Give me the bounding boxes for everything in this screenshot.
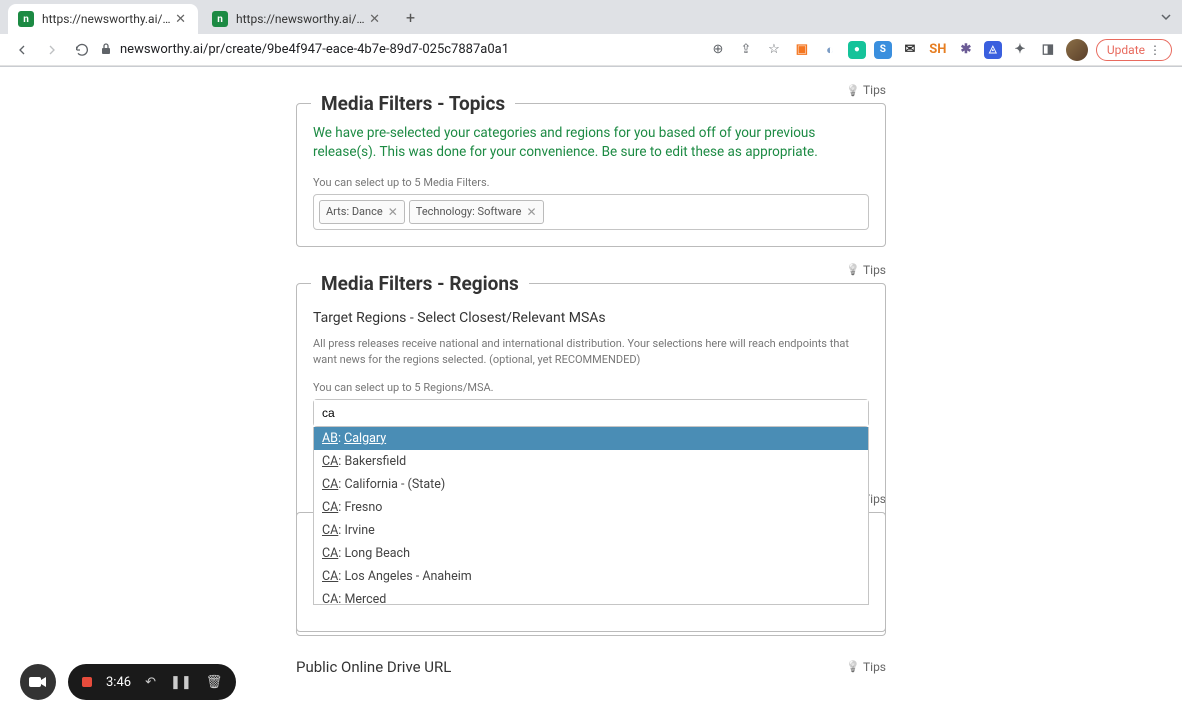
close-icon[interactable]: ✕ [367, 12, 382, 27]
new-tab-button[interactable]: + [396, 8, 425, 27]
browser-toolbar: newsworthy.ai/pr/create/9be4f947-eace-4b… [0, 34, 1182, 66]
topics-panel: Media Filters - Topics We have pre-selec… [296, 103, 886, 247]
grammarly-icon[interactable]: ● [848, 41, 866, 59]
panel-title: Media Filters - Topics [311, 92, 515, 115]
lock-icon[interactable] [100, 40, 112, 59]
section-heading: Public Online Drive URL [296, 650, 451, 684]
tips-link[interactable]: Tips [846, 83, 886, 97]
zoom-icon[interactable]: ⊕ [708, 40, 728, 60]
close-icon[interactable]: ✕ [173, 12, 188, 27]
globe-icon[interactable]: ◐ [820, 40, 840, 60]
tab-title: https://newsworthy.ai/pr/upda [236, 12, 367, 26]
dropdown-option[interactable]: AB: Calgary [314, 427, 868, 450]
remove-chip-icon[interactable]: ✕ [388, 205, 398, 219]
dropdown-option[interactable]: CA: Bakersfield [314, 450, 868, 473]
triangle-icon[interactable]: ◬ [984, 41, 1002, 59]
section-label: Target Regions - Select Closest/Relevant… [313, 310, 869, 326]
remove-chip-icon[interactable]: ✕ [526, 205, 536, 219]
tips-link[interactable]: Tips [846, 263, 886, 277]
page-content: Tips Media Filters - Topics We have pre-… [0, 67, 1182, 721]
tab-bar: n https://newsworthy.ai/pr/creat ✕ n htt… [0, 0, 1182, 34]
regions-search-container [313, 399, 869, 427]
forward-button[interactable] [40, 38, 64, 62]
avatar[interactable] [1066, 39, 1088, 61]
undo-icon[interactable]: ↶ [145, 675, 156, 690]
limit-text: You can select up to 5 Media Filters. [313, 176, 869, 189]
share-icon[interactable]: ⇪ [736, 40, 756, 60]
panel-icon[interactable]: ◨ [1038, 40, 1058, 60]
update-button[interactable]: Update [1096, 39, 1172, 61]
panel-title: Media Filters - Regions [311, 272, 529, 295]
address-bar[interactable]: newsworthy.ai/pr/create/9be4f947-eace-4b… [120, 42, 708, 57]
pause-icon[interactable]: ❚❚ [170, 675, 192, 690]
topics-input[interactable]: Arts: Dance✕Technology: Software✕ [313, 194, 869, 230]
filter-chip: Arts: Dance✕ [319, 200, 405, 224]
regions-search-input[interactable] [314, 400, 868, 426]
dropdown-option[interactable]: CA: Fresno [314, 496, 868, 519]
regions-dropdown[interactable]: AB: CalgaryCA: BakersfieldCA: California… [313, 427, 869, 605]
trash-icon[interactable]: 🗑 [206, 675, 223, 690]
recording-controls: 3:46 ↶ ❚❚ 🗑 [68, 664, 236, 700]
asterisk-icon[interactable]: ✱ [956, 40, 976, 60]
record-indicator-icon [82, 677, 92, 687]
sh-icon[interactable]: SH [928, 40, 948, 60]
dropdown-option[interactable]: CA: California - (State) [314, 473, 868, 496]
dropdown-option[interactable]: CA: Merced [314, 588, 868, 605]
rss-icon[interactable]: ▣ [792, 40, 812, 60]
puzzle-icon[interactable]: ✦ [1010, 40, 1030, 60]
recording-time: 3:46 [106, 675, 131, 690]
tab-title: https://newsworthy.ai/pr/creat [42, 12, 173, 26]
recording-widget: 3:46 ↶ ❚❚ 🗑 [20, 664, 236, 700]
chevron-down-icon[interactable] [1160, 8, 1172, 27]
limit-text: You can select up to 5 Regions/MSA. [313, 381, 869, 394]
browser-tab[interactable]: n https://newsworthy.ai/pr/upda ✕ [202, 4, 392, 34]
back-button[interactable] [10, 38, 34, 62]
favicon: n [18, 11, 34, 27]
info-text: We have pre-selected your categories and… [313, 124, 869, 162]
help-text: All press releases receive national and … [313, 336, 869, 369]
favicon: n [212, 11, 228, 27]
mail-icon[interactable]: ✉ [900, 40, 920, 60]
browser-chrome: n https://newsworthy.ai/pr/creat ✕ n htt… [0, 0, 1182, 67]
s-blue-icon[interactable]: S [874, 41, 892, 59]
regions-panel: Media Filters - Regions Target Regions -… [296, 283, 886, 636]
reload-button[interactable] [70, 38, 94, 62]
dropdown-option[interactable]: CA: Los Angeles - Anaheim [314, 565, 868, 588]
dropdown-option[interactable]: CA: Long Beach [314, 542, 868, 565]
browser-tab-active[interactable]: n https://newsworthy.ai/pr/creat ✕ [8, 4, 198, 34]
camera-button[interactable] [20, 664, 56, 700]
dropdown-option[interactable]: CA: Irvine [314, 519, 868, 542]
bookmark-icon[interactable]: ☆ [764, 40, 784, 60]
filter-chip: Technology: Software✕ [409, 200, 544, 224]
tips-link[interactable]: Tips [846, 660, 886, 674]
